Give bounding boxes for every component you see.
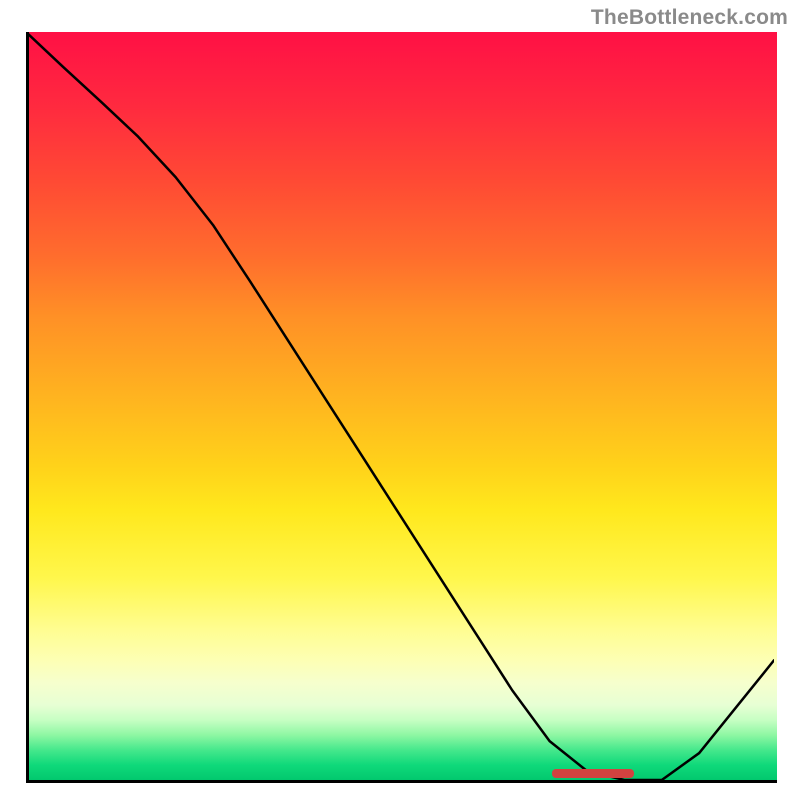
attribution-text: TheBottleneck.com xyxy=(591,6,788,30)
optimum-marker xyxy=(552,769,634,778)
chart-plot-area xyxy=(26,32,777,783)
